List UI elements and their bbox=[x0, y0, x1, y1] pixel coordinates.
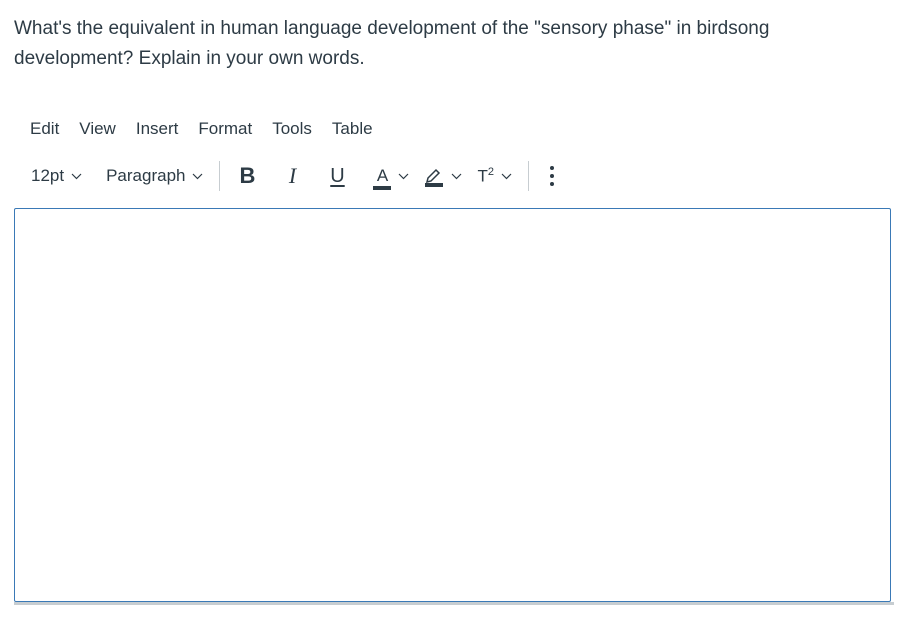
text-color-icon: A bbox=[373, 167, 392, 190]
highlight-color-button[interactable] bbox=[418, 158, 471, 194]
chevron-down-icon bbox=[192, 173, 203, 180]
block-format-dropdown[interactable]: Paragraph bbox=[97, 158, 212, 194]
menu-table[interactable]: Table bbox=[322, 115, 383, 143]
superscript-button[interactable]: T2 bbox=[471, 158, 521, 194]
more-vertical-icon[interactable] bbox=[542, 158, 562, 194]
menu-edit[interactable]: Edit bbox=[20, 115, 69, 143]
editor-menubar: Edit View Insert Format Tools Table bbox=[20, 113, 383, 145]
italic-button[interactable]: I bbox=[267, 158, 312, 194]
italic-icon: I bbox=[288, 163, 297, 188]
menu-insert[interactable]: Insert bbox=[126, 115, 189, 143]
chevron-down-icon bbox=[501, 173, 512, 180]
question-text: What's the equivalent in human language … bbox=[14, 18, 770, 69]
toolbar-divider bbox=[528, 161, 529, 191]
block-format-value: Paragraph bbox=[106, 166, 186, 185]
editor-toolbar: 12pt Paragraph B I U A T2 bbox=[22, 156, 562, 196]
toolbar-divider bbox=[219, 161, 221, 191]
chevron-down-icon bbox=[71, 173, 82, 180]
chevron-down-icon bbox=[451, 173, 462, 180]
superscript-icon: T2 bbox=[477, 166, 494, 187]
highlighter-icon bbox=[424, 165, 444, 187]
menu-tools[interactable]: Tools bbox=[262, 115, 322, 143]
menu-view[interactable]: View bbox=[69, 115, 126, 143]
bold-button[interactable]: B bbox=[227, 158, 267, 194]
editor-statusbar-edge bbox=[14, 602, 894, 605]
superscript-number: 2 bbox=[487, 165, 494, 178]
rich-text-editor-area[interactable] bbox=[14, 208, 891, 602]
menu-format[interactable]: Format bbox=[188, 115, 262, 143]
underline-button[interactable]: U bbox=[312, 158, 357, 194]
bold-icon: B bbox=[239, 163, 256, 188]
font-size-value: 12pt bbox=[31, 166, 65, 185]
chevron-down-icon bbox=[398, 173, 409, 180]
font-size-dropdown[interactable]: 12pt bbox=[22, 158, 91, 194]
underline-icon: U bbox=[330, 164, 345, 187]
superscript-letter: T bbox=[477, 166, 488, 186]
text-color-button[interactable]: A bbox=[357, 158, 418, 194]
